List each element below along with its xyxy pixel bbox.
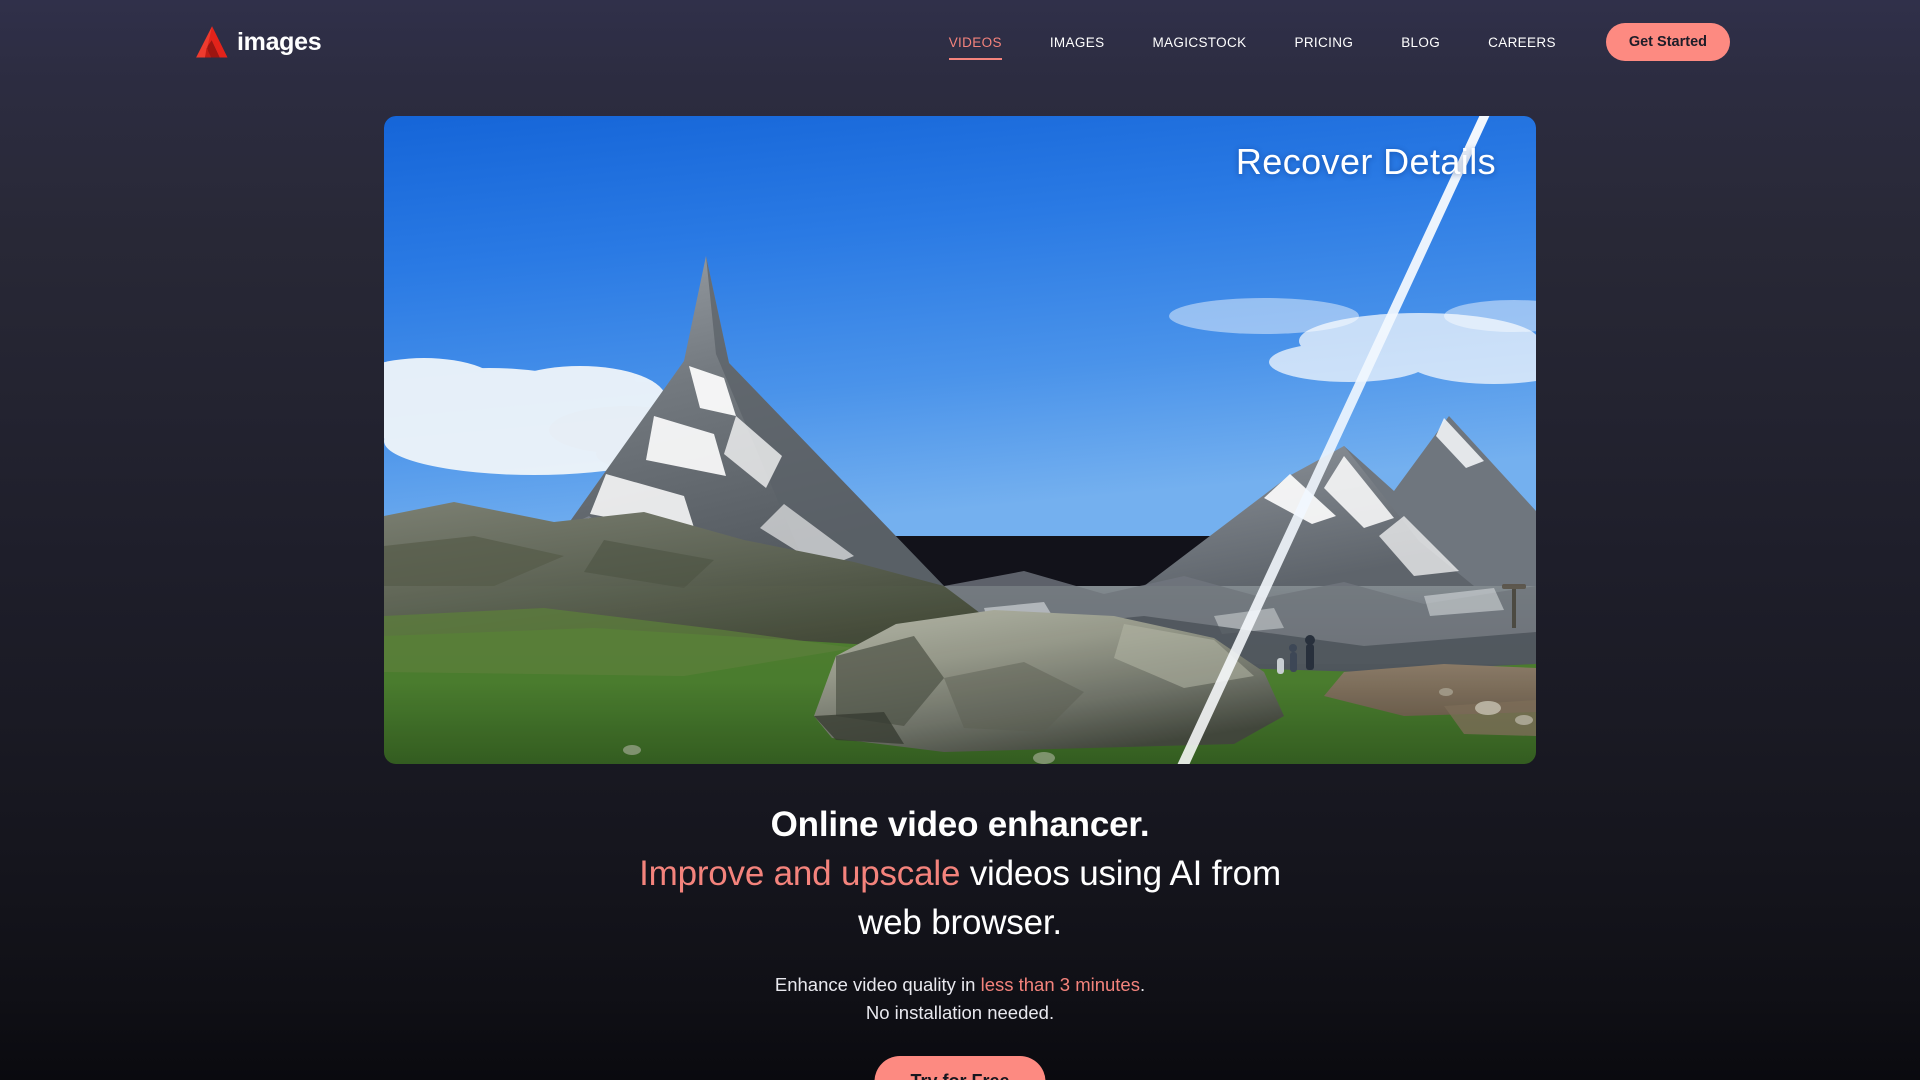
subcopy-part-1: Enhance video quality in: [774, 974, 981, 995]
landing-page: images VIDEOS IMAGES MAGICSTOCK PRICING …: [0, 0, 1920, 1080]
nav-item-images[interactable]: IMAGES: [1050, 29, 1105, 56]
nav-item-videos[interactable]: VIDEOS: [948, 29, 1002, 60]
nav-item-careers[interactable]: CAREERS: [1488, 29, 1556, 56]
autodesk-a-logo-icon: [193, 24, 230, 60]
hero-headline: Online video enhancer. Improve and upsca…: [0, 800, 1920, 947]
nav-item-magicstock[interactable]: MAGICSTOCK: [1152, 29, 1246, 56]
brand-name: images: [237, 27, 322, 56]
hero-copy-block: Online video enhancer. Improve and upsca…: [0, 800, 1920, 1027]
get-started-button[interactable]: Get Started: [1605, 23, 1730, 61]
try-for-free-button[interactable]: Try for Free: [874, 1056, 1046, 1080]
subcopy-line-2: No installation needed.: [865, 1002, 1055, 1023]
nav-item-blog[interactable]: BLOG: [1401, 29, 1440, 56]
hero-video-player[interactable]: Recover Details: [384, 116, 1536, 764]
hero-subcopy: Enhance video quality in less than 3 min…: [0, 971, 1920, 1027]
subcopy-accent-phrase: less than 3 minutes: [980, 974, 1140, 995]
primary-navigation: VIDEOS IMAGES MAGICSTOCK PRICING BLOG CA…: [925, 0, 1730, 84]
brand-logo[interactable]: images: [193, 19, 322, 65]
video-frame-image: [384, 116, 1536, 764]
headline-line-3: web browser.: [858, 903, 1062, 942]
site-header: images VIDEOS IMAGES MAGICSTOCK PRICING …: [0, 0, 1920, 84]
headline-line-2-rest: videos using AI from: [960, 854, 1281, 893]
subcopy-part-2: .: [1139, 974, 1146, 995]
headline-accent-phrase: Improve and upscale: [639, 854, 961, 893]
headline-line-1: Online video enhancer.: [770, 805, 1150, 844]
nav-item-pricing[interactable]: PRICING: [1294, 29, 1353, 56]
